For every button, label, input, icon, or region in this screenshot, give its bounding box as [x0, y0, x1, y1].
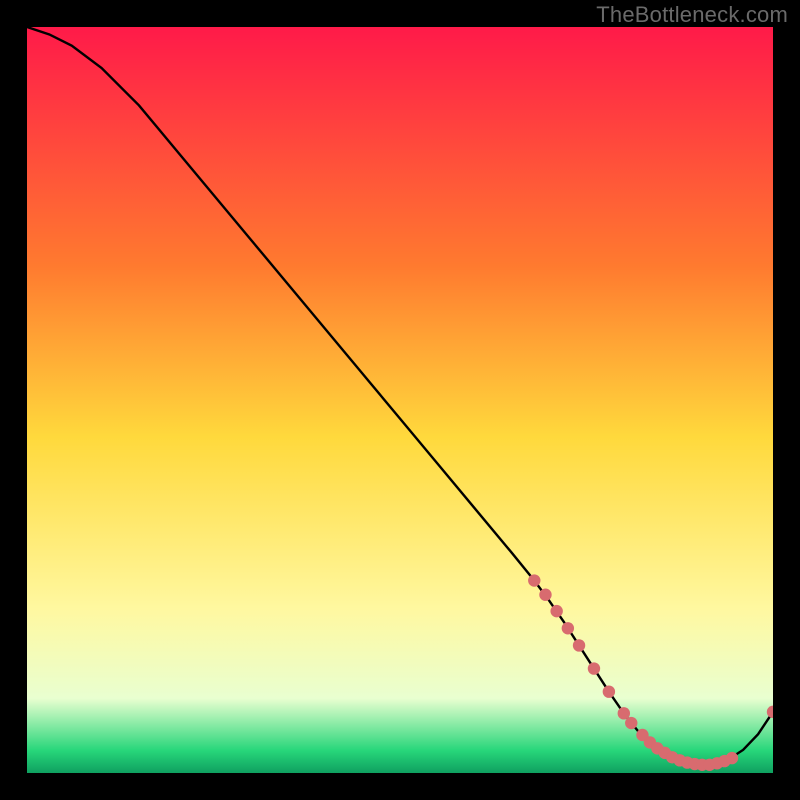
data-marker: [625, 717, 637, 729]
data-marker: [588, 662, 600, 674]
chart-container: TheBottleneck.com: [0, 0, 800, 800]
data-marker: [618, 707, 630, 719]
plot-area: [27, 27, 773, 773]
data-marker: [726, 752, 738, 764]
data-marker: [539, 589, 551, 601]
data-marker: [603, 685, 615, 697]
chart-svg: [27, 27, 773, 773]
data-marker: [573, 639, 585, 651]
data-marker: [550, 605, 562, 617]
watermark-text: TheBottleneck.com: [596, 2, 788, 28]
data-marker: [562, 622, 574, 634]
data-marker: [528, 574, 540, 586]
gradient-background: [27, 27, 773, 773]
